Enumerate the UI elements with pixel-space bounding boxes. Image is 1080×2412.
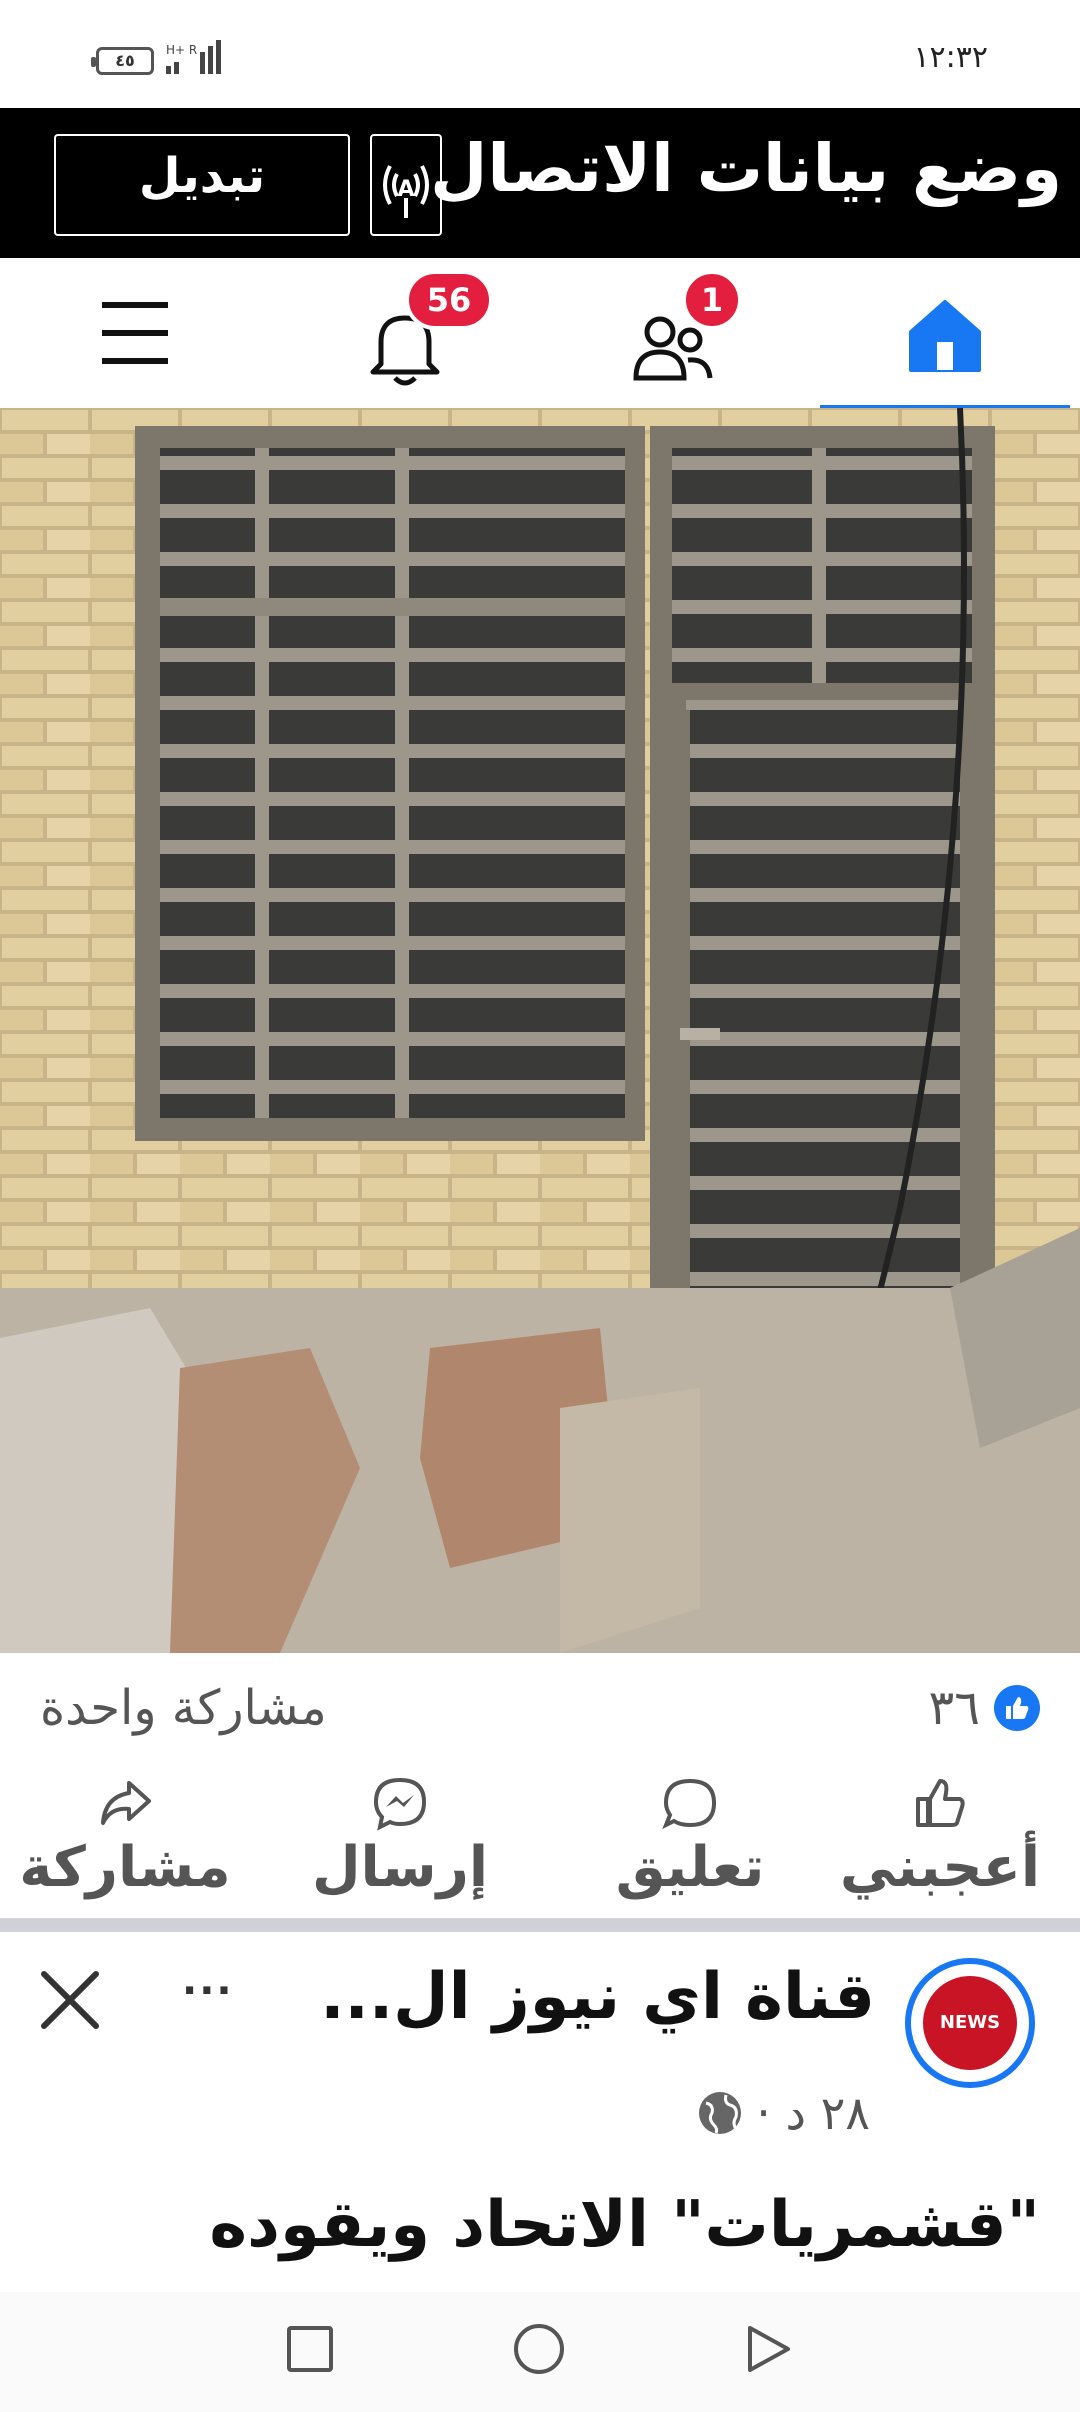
channel-avatar-logo: NEWS <box>923 1976 1017 2070</box>
broadcast-icon: A <box>370 134 442 236</box>
top-nav: 1 56 <box>0 258 1080 412</box>
back-icon[interactable] <box>742 2324 792 2374</box>
comment-button[interactable]: تعليق <box>580 1775 800 1915</box>
svg-text:H+ R: H+ R <box>166 43 197 57</box>
send-button[interactable]: إرسال <box>300 1775 500 1915</box>
battery-icon: ٤٥ <box>91 47 154 75</box>
home-circle-icon[interactable] <box>512 2322 566 2376</box>
nav-notifications[interactable]: 56 <box>350 258 540 408</box>
channel-name[interactable]: قناة اي نيوز ال... <box>320 1960 875 2034</box>
like-button[interactable]: أعجبني <box>830 1775 1050 1915</box>
channel-avatar[interactable]: NEWS <box>905 1958 1035 2088</box>
comment-icon <box>662 1778 717 1830</box>
like-label: أعجبني <box>839 1835 1041 1900</box>
more-options-button[interactable]: ··· <box>182 1968 234 2014</box>
post-time: ٢٨ د · <box>756 2086 870 2140</box>
recents-icon[interactable] <box>285 2324 335 2374</box>
battery-level: ٤٥ <box>115 51 135 70</box>
menu-icon <box>102 302 168 364</box>
comment-label: تعليق <box>615 1835 765 1900</box>
close-icon[interactable] <box>30 1960 110 2040</box>
toggle-button[interactable]: تبديل <box>54 134 350 236</box>
post-text[interactable]: "قشمريات" الاتحاد ويقوده <box>209 2188 1040 2262</box>
globe-icon <box>699 2092 742 2134</box>
share-icon <box>101 1781 151 1825</box>
nav-friends[interactable]: 1 <box>600 258 790 408</box>
share-button[interactable]: مشاركة <box>15 1775 235 1915</box>
toggle-button-label: تبديل <box>138 148 266 204</box>
nav-home[interactable] <box>820 258 1070 412</box>
nav-menu[interactable] <box>40 258 230 408</box>
like-badge-icon <box>994 1685 1040 1731</box>
system-nav-bar <box>0 2292 1080 2412</box>
reactions-summary[interactable]: ٣٦ <box>928 1680 1040 1736</box>
reactions-count: ٣٦ <box>928 1680 980 1736</box>
post-meta: ٢٨ د · <box>696 2086 870 2140</box>
thumbs-up-icon <box>916 1779 965 1827</box>
notifications-badge: 56 <box>405 270 493 330</box>
friends-badge: 1 <box>682 270 742 330</box>
shares-count[interactable]: مشاركة واحدة <box>40 1680 327 1736</box>
messenger-icon <box>373 1777 427 1831</box>
share-label: مشاركة <box>19 1835 231 1900</box>
home-icon <box>909 300 981 372</box>
clock: ١٢:٣٢ <box>913 40 988 75</box>
data-mode-banner: وضع بيانات الاتصال A تبديل <box>0 108 1080 258</box>
signal-icon: H+ R <box>166 40 221 74</box>
banner-title: وضع بيانات الاتصال <box>430 130 1062 207</box>
send-label: إرسال <box>311 1835 489 1900</box>
feed-separator <box>0 1918 1080 1932</box>
post-photo[interactable] <box>0 408 1080 1653</box>
